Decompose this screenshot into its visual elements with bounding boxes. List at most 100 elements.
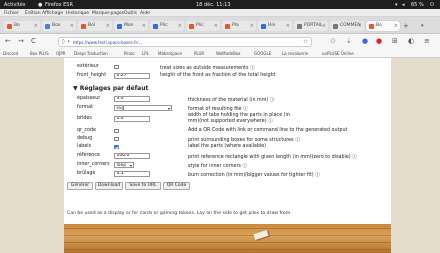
app-name[interactable]: Firefox ESR — [45, 2, 73, 8]
field-description: print surrounding boxes for some structu… — [188, 138, 300, 143]
close-icon: × — [321, 22, 326, 29]
save-to-url-button[interactable]: Save to URL — [125, 182, 161, 190]
download-button[interactable]: Download — [95, 182, 123, 190]
address-bar[interactable]: ◊ • https://www.festi.space-boxes.fr/...… — [58, 36, 312, 47]
menu-history[interactable]: Historique — [66, 11, 89, 16]
field-description: thickness of the material (in mm) ⓘ — [188, 98, 275, 103]
close-icon: × — [285, 22, 290, 29]
field-description: height of the front as fraction of the t… — [160, 73, 276, 78]
description-text: Can be used as a display or for cards or… — [67, 211, 292, 216]
account-icon[interactable]: ◐ — [408, 37, 414, 45]
field-description: style for inner corners ⓘ — [188, 164, 248, 169]
star-icon[interactable]: ☆ — [303, 39, 308, 45]
tab-favicon — [333, 23, 338, 29]
tab-bar: Bo × Box × Boî × Mon × Plic × Plic × Pla × Hin ×… — [0, 17, 440, 34]
pocket-icon[interactable]: ⊙ — [330, 37, 336, 45]
url-text[interactable]: https://www.festi.space-boxes.fr/... — [73, 40, 142, 45]
shield-icon[interactable]: ◊ — [62, 39, 65, 45]
tab-3[interactable]: Mon × — [114, 21, 148, 31]
field-label: qr_code — [77, 128, 96, 133]
exterieur-checkbox[interactable] — [114, 64, 119, 69]
tab-7[interactable]: Hin × — [258, 21, 292, 31]
front-height-input[interactable] — [114, 72, 150, 79]
bookmark-item[interactable]: La revaluerie — [282, 51, 308, 56]
field-description: Add a QR Code with link or command line … — [188, 128, 348, 133]
clock[interactable]: 18 déc. 11:13 — [196, 2, 231, 8]
close-icon: × — [141, 22, 146, 29]
close-icon: × — [105, 22, 110, 29]
activities-button[interactable]: Activités — [4, 2, 25, 8]
bookmark-item[interactable]: GOOGLE — [254, 51, 271, 56]
tab-9[interactable]: COMMEN × — [330, 21, 364, 31]
extension-icon[interactable]: ● — [362, 37, 368, 45]
bookmark-item[interactable]: Deepl Traduction — [74, 51, 108, 56]
tab-4[interactable]: Plic × — [150, 21, 184, 31]
new-tab-icon[interactable]: + — [403, 22, 409, 30]
generate-button[interactable]: Générer — [67, 182, 93, 190]
menu-bookmarks[interactable]: Marque-pages — [92, 11, 124, 16]
field-description: print reference rectangle with given len… — [188, 155, 357, 160]
inner-corners-select[interactable]: loop ▾ — [114, 161, 134, 168]
field-label: extérieur — [77, 64, 99, 69]
bookmark-item[interactable]: unPLUSE Online — [322, 51, 354, 56]
wifi-icon[interactable]: ▾ — [395, 2, 398, 8]
volume-icon[interactable]: ◂ — [402, 2, 405, 8]
reference-input[interactable] — [114, 152, 150, 159]
chevron-down-icon: ▾ — [167, 105, 170, 111]
bookmark-item[interactable]: Makerspace — [158, 51, 182, 56]
close-icon: × — [249, 22, 254, 29]
tab-0[interactable]: Bo × — [4, 21, 40, 31]
tab-6[interactable]: Pla × — [222, 21, 256, 31]
menu-file[interactable]: Fichier — [4, 11, 19, 16]
close-icon: × — [33, 22, 38, 29]
field-label: debug — [77, 136, 93, 141]
puzzle-icon[interactable]: ⊞ — [392, 37, 398, 45]
bookmark-item[interactable]: WeMadeBox — [216, 51, 241, 56]
brulage-input[interactable] — [114, 170, 150, 177]
tab-1[interactable]: Box × — [42, 21, 76, 31]
tab-10-active[interactable]: Bo × — [366, 21, 400, 31]
section-heading-defaults[interactable]: ▼ Réglages par défaut — [73, 85, 148, 92]
reload-icon[interactable]: C — [31, 37, 36, 45]
tab-2[interactable]: Boî × — [78, 21, 112, 31]
menu-icon[interactable]: ≡ — [424, 37, 430, 45]
chevron-down-icon: ▾ — [129, 162, 132, 168]
bookmark-item[interactable]: PLUR — [194, 51, 204, 56]
bookmark-item[interactable]: LPL — [142, 51, 149, 56]
bookmark-item[interactable]: Box PLUS — [30, 51, 49, 56]
labels-checkbox[interactable] — [114, 144, 119, 149]
menu-help[interactable]: Aide — [140, 11, 150, 16]
qr-code-button[interactable]: QR Code — [163, 182, 190, 190]
menu-tools[interactable]: Outils — [124, 11, 137, 16]
close-icon: × — [357, 22, 362, 29]
qr-code-checkbox[interactable] — [114, 128, 119, 133]
format-select[interactable]: svg ▾ — [114, 104, 172, 111]
token-piece — [253, 229, 269, 241]
tab-8[interactable]: PORTAIL × — [294, 21, 328, 31]
close-icon: × — [177, 22, 182, 29]
epaisseur-input[interactable] — [114, 95, 150, 102]
bookmark-item[interactable]: OJPR — [56, 51, 66, 56]
chevron-down-icon[interactable]: ▾ — [421, 23, 424, 29]
menu-view[interactable]: Affichage — [42, 11, 63, 16]
back-icon[interactable]: ← — [5, 37, 11, 45]
brides-input[interactable] — [114, 115, 150, 122]
debug-checkbox[interactable] — [114, 136, 119, 141]
addon-icon[interactable]: ● — [376, 37, 382, 45]
download-icon[interactable]: ⇣ — [346, 37, 352, 45]
close-icon: × — [69, 22, 74, 29]
lock-icon[interactable]: • — [67, 39, 70, 45]
bookmark-item[interactable]: Pinoc — [124, 51, 135, 56]
forward-icon[interactable]: → — [18, 37, 24, 45]
menu-edit[interactable]: Édition — [25, 11, 41, 16]
bookmark-item[interactable]: Discord — [3, 51, 18, 56]
tab-favicon — [297, 23, 302, 29]
tab-favicon — [369, 23, 374, 29]
power-icon[interactable]: ⏻ — [430, 2, 434, 8]
tab-favicon — [153, 23, 158, 29]
field-label: référence — [77, 153, 100, 158]
battery-level[interactable]: 65 % — [411, 2, 424, 8]
tab-favicon — [7, 23, 12, 29]
tab-5[interactable]: Plic × — [186, 21, 220, 31]
menu-bar: Fichier Édition Affichage Historique Mar… — [0, 9, 440, 17]
